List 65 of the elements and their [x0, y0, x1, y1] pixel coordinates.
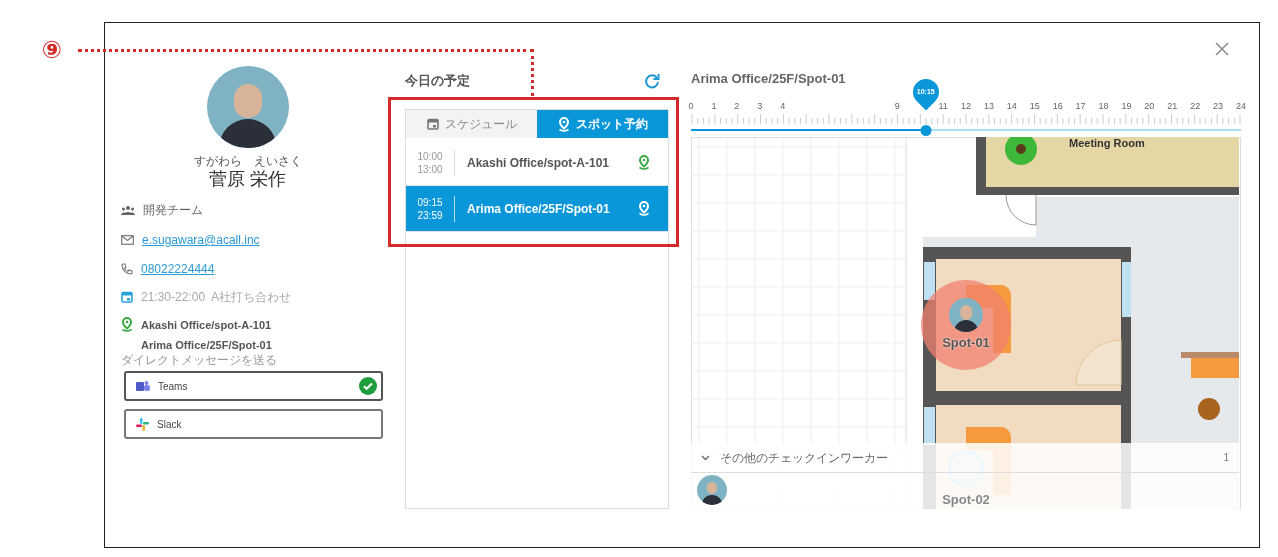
- schedule-row[interactable]: 09:15 23:59 Arima Office/25F/Spot-01: [406, 186, 668, 232]
- spot-name: Arima Office/25F/Spot-01: [466, 200, 611, 218]
- start-time: 09:15: [417, 195, 443, 209]
- hour-label: 0: [688, 101, 694, 111]
- location-pin-icon: [638, 201, 650, 216]
- phone-icon: [121, 263, 133, 275]
- hour-label: 2: [734, 101, 740, 111]
- location-text: Akashi Office/spot-A-101: [141, 318, 272, 333]
- start-time: 10:00: [417, 149, 443, 163]
- time-slider[interactable]: [691, 125, 1241, 136]
- spot-name: Akashi Office/spot-A-101: [466, 154, 611, 172]
- annotation-number: ⑨: [40, 38, 64, 62]
- close-icon[interactable]: [1215, 42, 1229, 56]
- panel-header[interactable]: その他のチェックインワーカー 1: [691, 443, 1239, 473]
- message-app-button[interactable]: Teams: [124, 371, 383, 401]
- hour-label: 3: [757, 101, 763, 111]
- refresh-icon[interactable]: [643, 72, 661, 90]
- calendar-icon: [426, 118, 439, 130]
- tab[interactable]: スケジュール: [406, 110, 537, 138]
- spot-label: Spot-01: [942, 336, 990, 349]
- message-app-button[interactable]: Slack: [124, 409, 383, 439]
- hour-label: 12: [961, 101, 971, 111]
- hour-label: 4: [780, 101, 786, 111]
- hour-label: 13: [983, 101, 994, 111]
- people-logo-icon: [136, 380, 150, 392]
- panel-title: その他のチェックインワーカー: [720, 449, 889, 467]
- end-time: 23:59: [417, 208, 443, 222]
- hour-label: 14: [1006, 101, 1017, 111]
- hash-logo-icon: [136, 417, 149, 431]
- spot-label: Spot-02: [942, 493, 990, 506]
- hour-label: 24: [1236, 101, 1246, 111]
- hour-label: 18: [1098, 101, 1109, 111]
- hour-label: 15: [1029, 101, 1040, 111]
- section-title: 今日の予定: [405, 72, 470, 91]
- hour-label: 11: [938, 101, 948, 111]
- hour-label: 17: [1075, 101, 1086, 111]
- location-pin-icon: [557, 116, 570, 132]
- hour-label: 21: [1167, 101, 1178, 111]
- worker-count: 1: [1223, 451, 1229, 465]
- location-pin-icon: [121, 317, 133, 332]
- name-reading: すがわら えいさく: [194, 154, 302, 168]
- event-text: 21:30-22:00 A社打ち合わせ: [141, 289, 292, 306]
- direct-message-label: ダイレクトメッセージを送る: [121, 353, 277, 367]
- slider-thumb[interactable]: [920, 125, 932, 136]
- person-name: 菅原 栄作: [209, 170, 287, 188]
- phone-link[interactable]: 08022224444: [141, 260, 215, 278]
- room-label: Meeting Room: [1069, 138, 1145, 149]
- location-pin-icon: [638, 155, 650, 170]
- hour-label: 1: [711, 101, 717, 111]
- worker-avatar: [697, 475, 727, 505]
- hour-label: 9: [894, 101, 900, 111]
- hour-label: 20: [1144, 101, 1155, 111]
- map-title: Arima Office/25F/Spot-01: [691, 71, 847, 87]
- mail-icon: [121, 235, 134, 245]
- location-text: Arima Office/25F/Spot-01: [141, 338, 272, 353]
- hour-label: 22: [1190, 101, 1201, 111]
- hour-label: 19: [1121, 101, 1132, 111]
- group-icon: [121, 205, 135, 215]
- tab[interactable]: スポット予約: [537, 110, 668, 138]
- calendar-icon: [121, 291, 133, 303]
- email-link[interactable]: e.sugawara@acall.inc: [142, 231, 260, 249]
- team-name: 開発チーム: [143, 202, 203, 219]
- hour-label: 16: [1052, 101, 1063, 111]
- hour-label: 23: [1213, 101, 1224, 111]
- end-time: 13:00: [417, 162, 443, 176]
